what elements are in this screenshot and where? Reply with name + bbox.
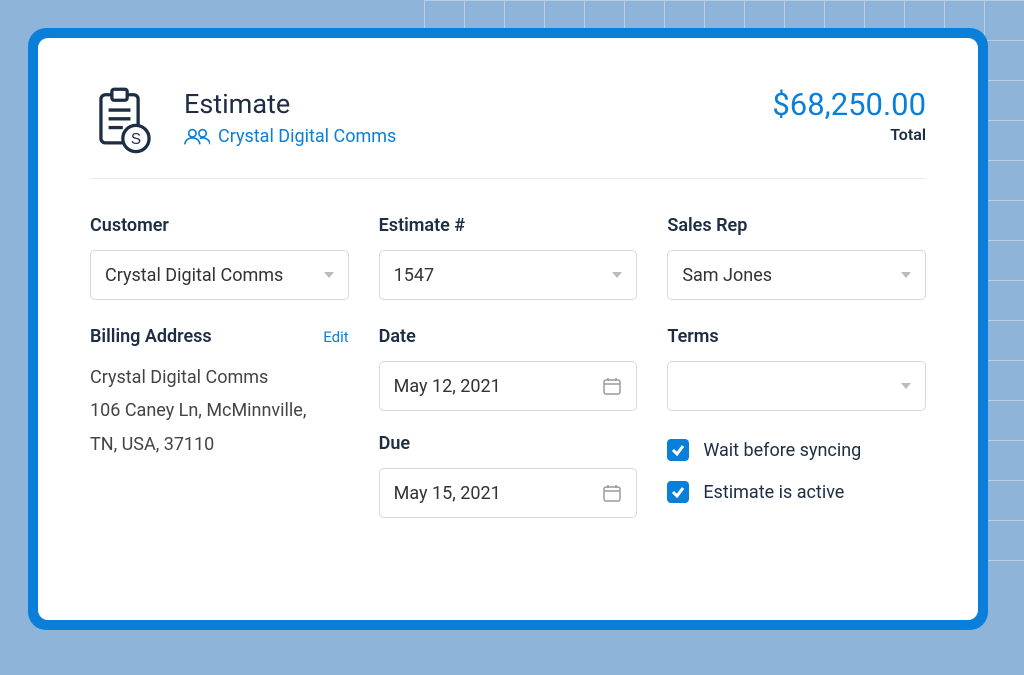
header-left: S Estimate Crystal Digital Comms <box>90 86 396 156</box>
form-grid: Customer Crystal Digital Comms Estimate … <box>90 215 926 518</box>
date-input[interactable]: May 12, 2021 <box>379 361 638 411</box>
total-block: $68,250.00 Total <box>772 86 926 144</box>
people-icon <box>184 128 210 146</box>
calendar-icon <box>602 376 622 396</box>
customer-select[interactable]: Crystal Digital Comms <box>90 250 349 300</box>
page-title: Estimate <box>184 88 396 120</box>
customer-link-text: Crystal Digital Comms <box>218 126 396 147</box>
checkbox-checked-icon <box>667 439 689 461</box>
sales-rep-field: Sales Rep Sam Jones <box>667 215 926 300</box>
date-value: May 12, 2021 <box>394 376 501 397</box>
billing-address-text: Crystal Digital Comms 106 Caney Ln, McMi… <box>90 361 349 461</box>
date-label: Date <box>379 326 638 347</box>
estimate-document-icon: S <box>90 86 160 156</box>
due-value: May 15, 2021 <box>394 483 501 504</box>
estimate-number-label: Estimate # <box>379 215 638 236</box>
wait-sync-label: Wait before syncing <box>703 440 861 461</box>
due-input[interactable]: May 15, 2021 <box>379 468 638 518</box>
billing-line-2: 106 Caney Ln, McMinnville, <box>90 394 349 427</box>
date-field: Date May 12, 2021 <box>379 326 638 411</box>
customer-label: Customer <box>90 215 349 236</box>
customer-field: Customer Crystal Digital Comms <box>90 215 349 300</box>
customer-link[interactable]: Crystal Digital Comms <box>184 126 396 147</box>
date-column: Date May 12, 2021 Due May 15, 2021 <box>379 326 638 518</box>
customer-value: Crystal Digital Comms <box>105 265 283 286</box>
chevron-down-icon <box>901 383 911 389</box>
due-label: Due <box>379 433 638 454</box>
billing-address-field: Billing Address Edit Crystal Digital Com… <box>90 326 349 461</box>
svg-text:S: S <box>131 131 141 148</box>
chevron-down-icon <box>324 272 334 278</box>
terms-field: Terms <box>667 326 926 411</box>
checkbox-group: Wait before syncing Estimate is active <box>667 439 926 503</box>
active-label: Estimate is active <box>703 482 844 503</box>
sales-rep-select[interactable]: Sam Jones <box>667 250 926 300</box>
estimate-number-select[interactable]: 1547 <box>379 250 638 300</box>
header: S Estimate Crystal Digital Comms $68,250… <box>90 86 926 179</box>
terms-label: Terms <box>667 326 926 347</box>
sales-rep-label: Sales Rep <box>667 215 926 236</box>
edit-billing-link[interactable]: Edit <box>323 328 348 346</box>
billing-address-label: Billing Address <box>90 326 212 347</box>
sales-rep-value: Sam Jones <box>682 265 772 286</box>
active-checkbox[interactable]: Estimate is active <box>667 481 926 503</box>
checkbox-checked-icon <box>667 481 689 503</box>
estimate-number-value: 1547 <box>394 265 434 286</box>
wait-sync-checkbox[interactable]: Wait before syncing <box>667 439 926 461</box>
calendar-icon <box>602 483 622 503</box>
billing-line-3: TN, USA, 37110 <box>90 428 349 461</box>
chevron-down-icon <box>901 272 911 278</box>
due-field: Due May 15, 2021 <box>379 433 638 518</box>
terms-column: Terms Wait before syncing Est <box>667 326 926 503</box>
estimate-card: S Estimate Crystal Digital Comms $68,250… <box>38 38 978 620</box>
estimate-number-field: Estimate # 1547 <box>379 215 638 300</box>
billing-line-1: Crystal Digital Comms <box>90 361 349 394</box>
terms-select[interactable] <box>667 361 926 411</box>
total-amount: $68,250.00 <box>772 86 926 123</box>
chevron-down-icon <box>612 272 622 278</box>
total-label: Total <box>772 125 926 144</box>
